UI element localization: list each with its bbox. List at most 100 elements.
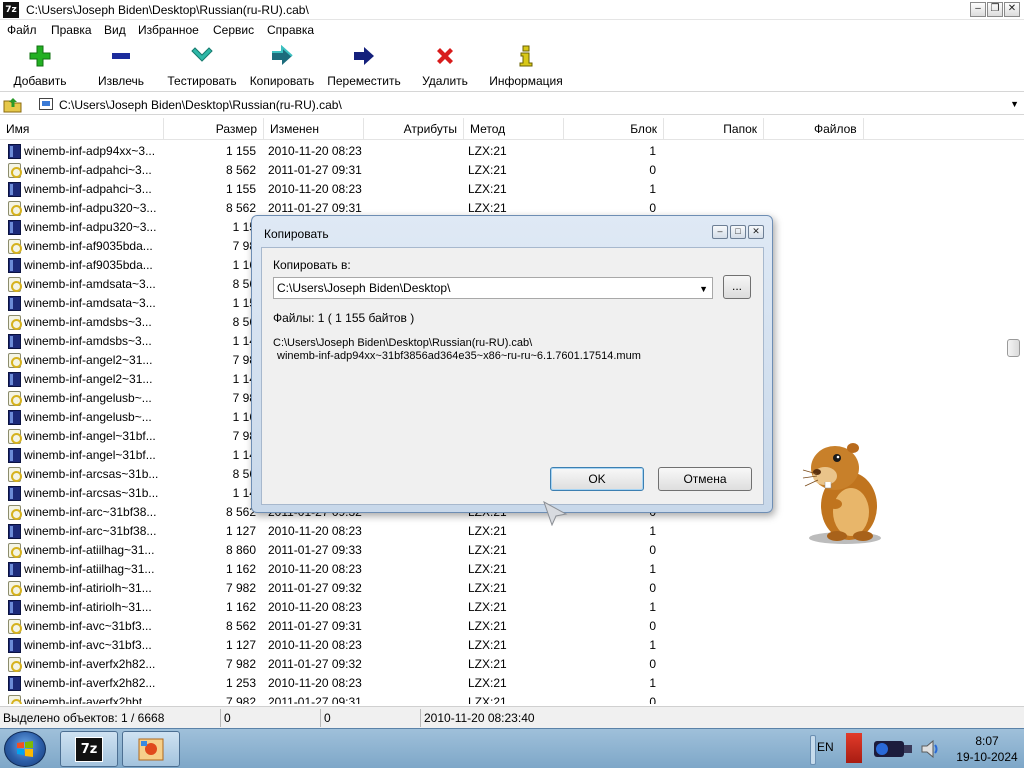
- table-row[interactable]: winemb-inf-adpahci~3... 1 155 2010-11-20 0…: [0, 180, 1005, 199]
- column-name[interactable]: Имя: [0, 118, 164, 140]
- browse-button[interactable]: ...: [723, 275, 751, 299]
- table-row[interactable]: winemb-inf-averfx2h82... 1 253 2010-11-20 …: [0, 674, 1005, 693]
- menu-view[interactable]: Вид: [104, 23, 126, 37]
- clock-time: 8:07: [975, 734, 999, 748]
- row-block: 0: [649, 163, 656, 177]
- table-row[interactable]: winemb-inf-adpahci~3... 8 562 2011-01-27 0…: [0, 161, 1005, 180]
- scrollbar-thumb[interactable]: [1007, 339, 1020, 357]
- table-row[interactable]: winemb-inf-averfx2hbt... 7 982 2011-01-27 …: [0, 693, 1005, 704]
- table-row[interactable]: winemb-inf-avc~31bf3... 1 127 2010-11-20 0…: [0, 636, 1005, 655]
- column-folders[interactable]: Папок: [664, 118, 764, 140]
- selected-count: Выделено объектов: 1 / 6668: [3, 711, 165, 725]
- column-method[interactable]: Метод: [464, 118, 564, 140]
- table-row[interactable]: winemb-inf-atiilhag~31... 1 162 2010-11-20…: [0, 560, 1005, 579]
- info-button[interactable]: Информация: [487, 44, 565, 90]
- row-block: 1: [649, 562, 656, 576]
- row-size: 1 14: [232, 486, 256, 500]
- ok-button[interactable]: OK: [550, 467, 644, 491]
- menu-file[interactable]: Файл: [7, 23, 37, 37]
- up-folder-button[interactable]: [3, 95, 23, 113]
- add-button[interactable]: Добавить: [6, 44, 74, 90]
- restore-button[interactable]: ❐: [987, 2, 1003, 17]
- toolbar: Добавить Извлечь Тестировать Копировать …: [0, 40, 1024, 92]
- vertical-scrollbar[interactable]: [1006, 141, 1022, 703]
- settings-file-icon: [8, 429, 22, 444]
- row-modified: 2011-01-27 09:32: [268, 657, 362, 671]
- row-size: 1 162: [225, 600, 256, 614]
- address-field[interactable]: C:\Users\Joseph Biden\Desktop\Russian(ru…: [34, 94, 1022, 114]
- row-method: LZX:21: [468, 562, 507, 576]
- chevron-down-icon[interactable]: ▼: [699, 284, 708, 294]
- taskbar-7zip-button[interactable]: 7z: [60, 731, 118, 767]
- table-row[interactable]: winemb-inf-averfx2h82... 7 982 2011-01-27 …: [0, 655, 1005, 674]
- dialog-minimize-button[interactable]: –: [712, 225, 728, 239]
- copy-dialog: Копировать – □ ✕ Копировать в: C:\Users\…: [251, 215, 773, 513]
- tray-expander[interactable]: [810, 735, 816, 765]
- document-icon: [8, 410, 21, 425]
- row-size: 7 98: [232, 391, 256, 405]
- row-method: LZX:21: [468, 144, 507, 158]
- row-modified: 2010-11-20 08:23: [268, 562, 362, 576]
- settings-file-icon: [8, 695, 22, 704]
- row-block: 0: [649, 581, 656, 595]
- row-modified: 2010-11-20 08:23: [268, 638, 362, 652]
- clock[interactable]: 8:07 19-10-2024: [952, 733, 1022, 765]
- start-button[interactable]: [4, 731, 46, 767]
- column-attributes[interactable]: Атрибуты: [364, 118, 464, 140]
- settings-file-icon: [8, 581, 22, 596]
- row-block: 1: [649, 600, 656, 614]
- row-size: 8 562: [225, 505, 256, 519]
- menu-help[interactable]: Справка: [267, 23, 314, 37]
- move-button[interactable]: Переместить: [327, 44, 401, 90]
- speaker-tray-icon[interactable]: [920, 739, 944, 759]
- row-size: 7 98: [232, 239, 256, 253]
- projector-tray-icon[interactable]: [868, 735, 914, 763]
- dialog-body: Копировать в: C:\Users\Joseph Biden\Desk…: [261, 247, 764, 505]
- column-block[interactable]: Блок: [564, 118, 664, 140]
- language-indicator[interactable]: EN: [817, 740, 834, 754]
- test-button[interactable]: Тестировать: [166, 44, 238, 90]
- close-button[interactable]: ✕: [1004, 2, 1020, 17]
- cancel-button[interactable]: Отмена: [658, 467, 752, 491]
- dialog-close-button[interactable]: ✕: [748, 225, 764, 239]
- document-icon: [8, 600, 21, 615]
- row-size: 1 16: [232, 410, 256, 424]
- column-modified[interactable]: Изменен: [264, 118, 364, 140]
- document-icon: [8, 334, 21, 349]
- copy-button[interactable]: Копировать: [248, 44, 316, 90]
- extract-button[interactable]: Извлечь: [91, 44, 151, 90]
- table-row[interactable]: winemb-inf-atiriolh~31... 1 162 2010-11-20…: [0, 598, 1005, 617]
- settings-file-icon: [8, 391, 22, 406]
- row-size: 8 562: [225, 619, 256, 633]
- row-name: winemb-inf-amdsata~3...: [24, 296, 156, 310]
- row-name: winemb-inf-averfx2hbt...: [24, 695, 153, 704]
- settings-file-icon: [8, 467, 22, 482]
- column-files[interactable]: Файлов: [764, 118, 864, 140]
- table-row[interactable]: winemb-inf-adp94xx~3... 1 155 2010-11-20 0…: [0, 142, 1005, 161]
- dialog-maximize-button[interactable]: □: [730, 225, 746, 239]
- row-size: 1 253: [225, 676, 256, 690]
- column-size[interactable]: Размер: [164, 118, 264, 140]
- table-row[interactable]: winemb-inf-avc~31bf3... 8 562 2011-01-27 0…: [0, 617, 1005, 636]
- row-modified: 2011-01-27 09:31: [268, 619, 362, 633]
- flag-tray-icon[interactable]: [846, 733, 862, 763]
- chevron-down-icon[interactable]: ▼: [1010, 99, 1019, 109]
- settings-file-icon: [8, 505, 22, 520]
- row-method: LZX:21: [468, 581, 507, 595]
- delete-x-icon: [418, 44, 472, 68]
- menu-favorites[interactable]: Избранное: [138, 23, 199, 37]
- menu-tools[interactable]: Сервис: [213, 23, 254, 37]
- row-name: winemb-inf-angel~31bf...: [24, 448, 156, 462]
- table-row[interactable]: winemb-inf-atiriolh~31... 7 982 2011-01-27…: [0, 579, 1005, 598]
- row-method: LZX:21: [468, 676, 507, 690]
- menu-edit[interactable]: Правка: [51, 23, 92, 37]
- 7zip-app-icon[interactable]: 7z: [3, 2, 19, 18]
- minimize-button[interactable]: –: [970, 2, 986, 17]
- dialog-window-controls: – □ ✕: [712, 225, 764, 239]
- destination-combobox[interactable]: C:\Users\Joseph Biden\Desktop\ ▼: [273, 277, 713, 299]
- check-icon: [166, 44, 238, 68]
- delete-button[interactable]: Удалить: [418, 44, 472, 90]
- taskbar-app-button[interactable]: [122, 731, 180, 767]
- row-method: LZX:21: [468, 619, 507, 633]
- status-bar: Выделено объектов: 1 / 6668 0 0 2010-11-…: [0, 706, 1024, 728]
